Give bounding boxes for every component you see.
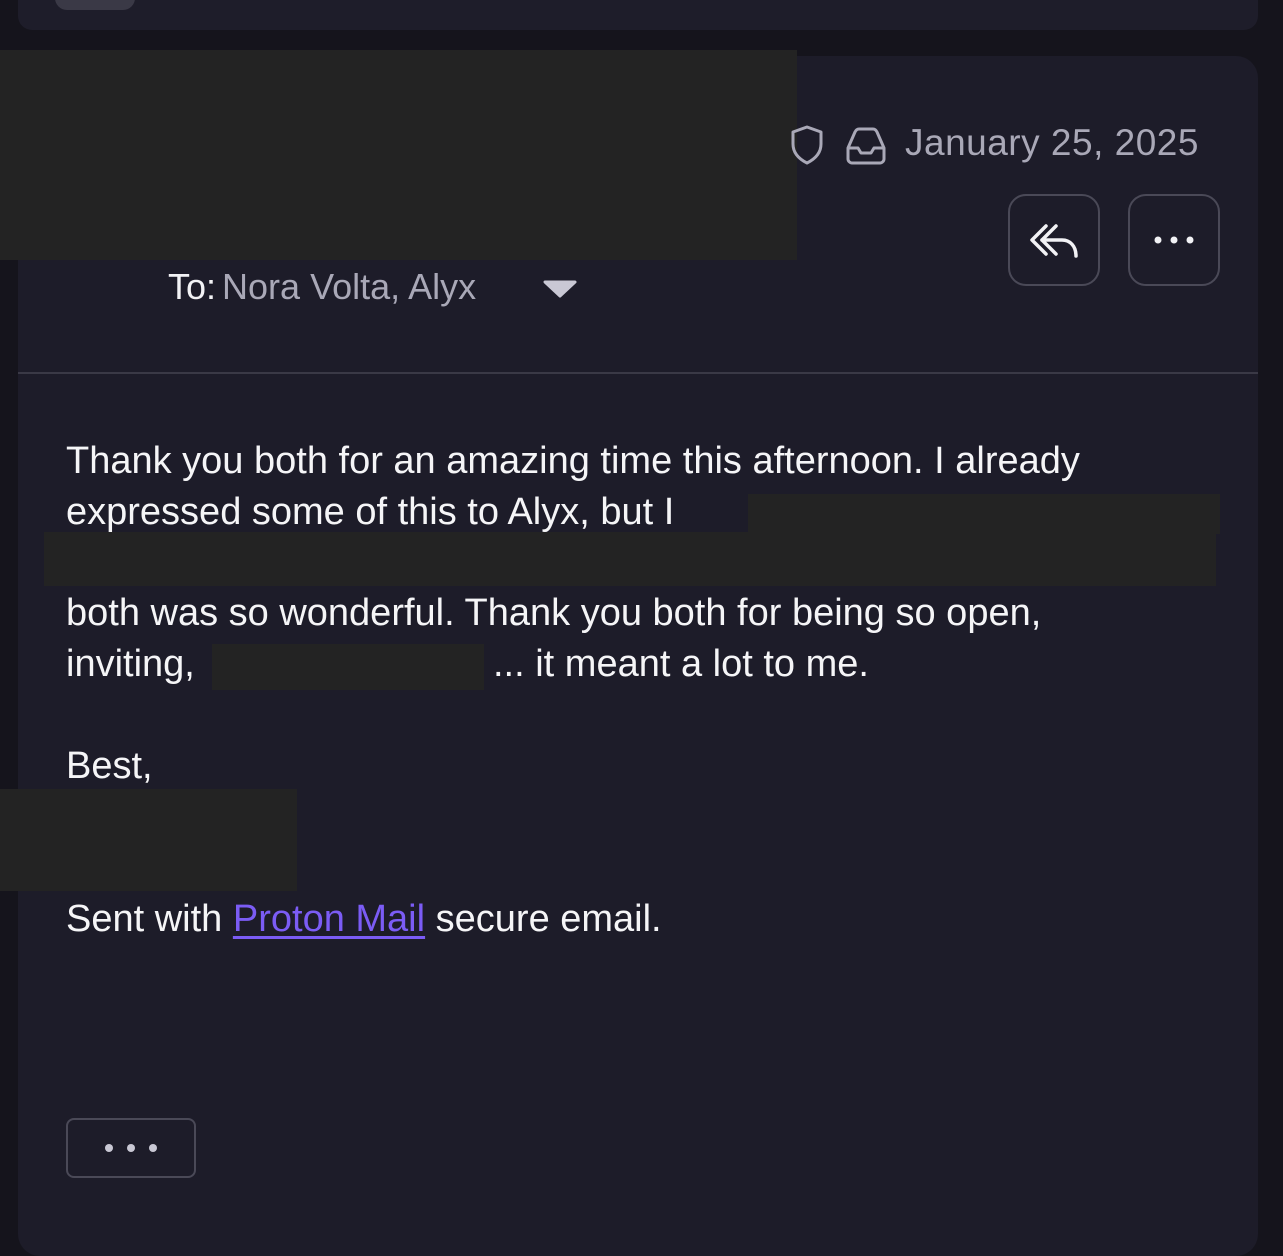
reply-all-icon [1030, 224, 1078, 258]
signature-prefix: Sent with [66, 898, 223, 940]
more-actions-button[interactable] [1128, 194, 1220, 286]
body-line-3: both was so wonderful. Thank you both fo… [66, 592, 1042, 634]
show-trimmed-content-button[interactable] [66, 1118, 196, 1178]
redacted-text [748, 494, 1220, 534]
redacted-text [212, 644, 484, 690]
redacted-sender [0, 50, 797, 260]
body-line-4-end: ... it meant a lot to me. [493, 643, 869, 685]
message-date: January 25, 2025 [905, 122, 1199, 163]
chevron-down-icon[interactable] [540, 274, 580, 304]
more-horizontal-icon [105, 1144, 157, 1152]
shield-icon [791, 125, 823, 165]
signature-line: Sent with Proton Mail secure email. [66, 894, 662, 944]
inbox-icon [846, 127, 886, 165]
more-horizontal-icon [1154, 236, 1194, 244]
redacted-text [44, 532, 1216, 586]
previous-message-card [18, 0, 1258, 30]
recipients-line: To: Nora Volta, Alyx [168, 266, 476, 308]
signature-suffix: secure email. [435, 898, 662, 940]
body-line-2: expressed some of this to Alyx, but I [66, 491, 675, 533]
redacted-signature [0, 789, 297, 891]
reply-all-button[interactable] [1008, 194, 1100, 286]
proton-mail-link[interactable]: Proton Mail [233, 898, 425, 940]
body-line-1: Thank you both for an amazing time this … [66, 440, 1080, 482]
previous-message-chip [55, 0, 135, 10]
header-divider [18, 372, 1258, 374]
body-line-4-start: inviting, [66, 643, 195, 685]
to-label: To: [168, 266, 217, 307]
recipient-names: Nora Volta, Alyx [222, 266, 477, 307]
closing-text: Best, [66, 745, 153, 787]
